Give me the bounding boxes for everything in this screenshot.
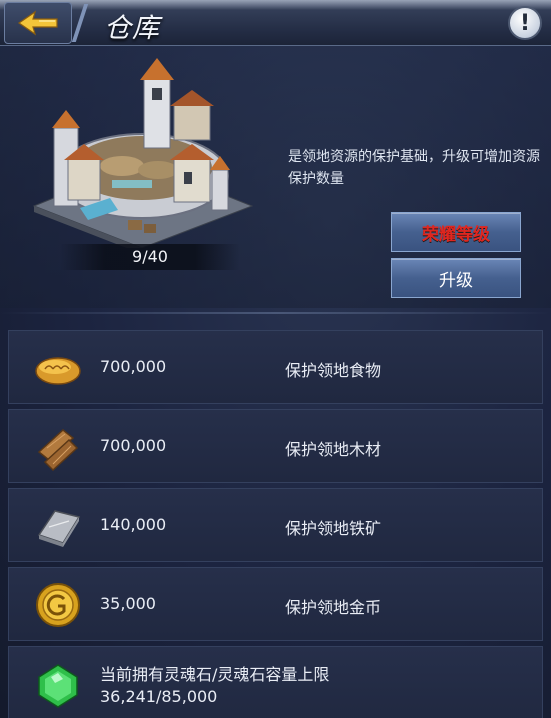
gold-coin-icon (36, 583, 80, 627)
resource-row-gold: 35,000 保护领地金币 (8, 567, 543, 641)
iron-ingot-icon (37, 510, 81, 547)
resource-amount: 700,000 (100, 436, 167, 455)
resource-amount: 35,000 (100, 594, 156, 613)
honor-level-button[interactable]: 荣耀等级 (391, 212, 521, 252)
back-arrow-icon (17, 10, 58, 36)
warehouse-building-icon (32, 58, 254, 248)
resource-row-food: 700,000 保护领地食物 (8, 330, 543, 404)
green-gem-icon (38, 664, 78, 708)
upgrade-button[interactable]: 升级 (391, 258, 521, 298)
soulstone-value: 36,241/85,000 (100, 687, 218, 706)
building-level: 9/40 (60, 244, 240, 270)
resource-label: 保护领地木材 (285, 440, 382, 459)
soulstone-label: 当前拥有灵魂石/灵魂石容量上限 (100, 665, 330, 684)
resource-amount: 700,000 (100, 357, 167, 376)
resource-amount: 140,000 (100, 515, 167, 534)
resource-row-wood: 700,000 保护领地木材 (8, 409, 543, 483)
back-button[interactable] (4, 2, 72, 44)
warehouse-screen: 仓库 ! 9/40 是领地资源的保护基础，升级可增加资源保护数量 荣耀等级 升级… (0, 0, 551, 718)
resource-label: 保护领地金币 (285, 598, 382, 617)
resource-label: 保护领地食物 (285, 361, 382, 380)
bread-icon (35, 357, 81, 385)
header-bar: 仓库 ! (0, 0, 551, 46)
section-divider (0, 312, 551, 314)
building-description: 是领地资源的保护基础，升级可增加资源保护数量 (288, 149, 540, 187)
wood-planks-icon (37, 429, 79, 472)
exclamation-icon: ! (519, 10, 531, 36)
soulstone-row: 当前拥有灵魂石/灵魂石容量上限 36,241/85,000 (8, 646, 543, 718)
resource-row-iron: 140,000 保护领地铁矿 (8, 488, 543, 562)
page-title: 仓库 (104, 13, 160, 44)
resource-label: 保护领地铁矿 (285, 519, 382, 538)
info-button[interactable]: ! (508, 6, 542, 40)
